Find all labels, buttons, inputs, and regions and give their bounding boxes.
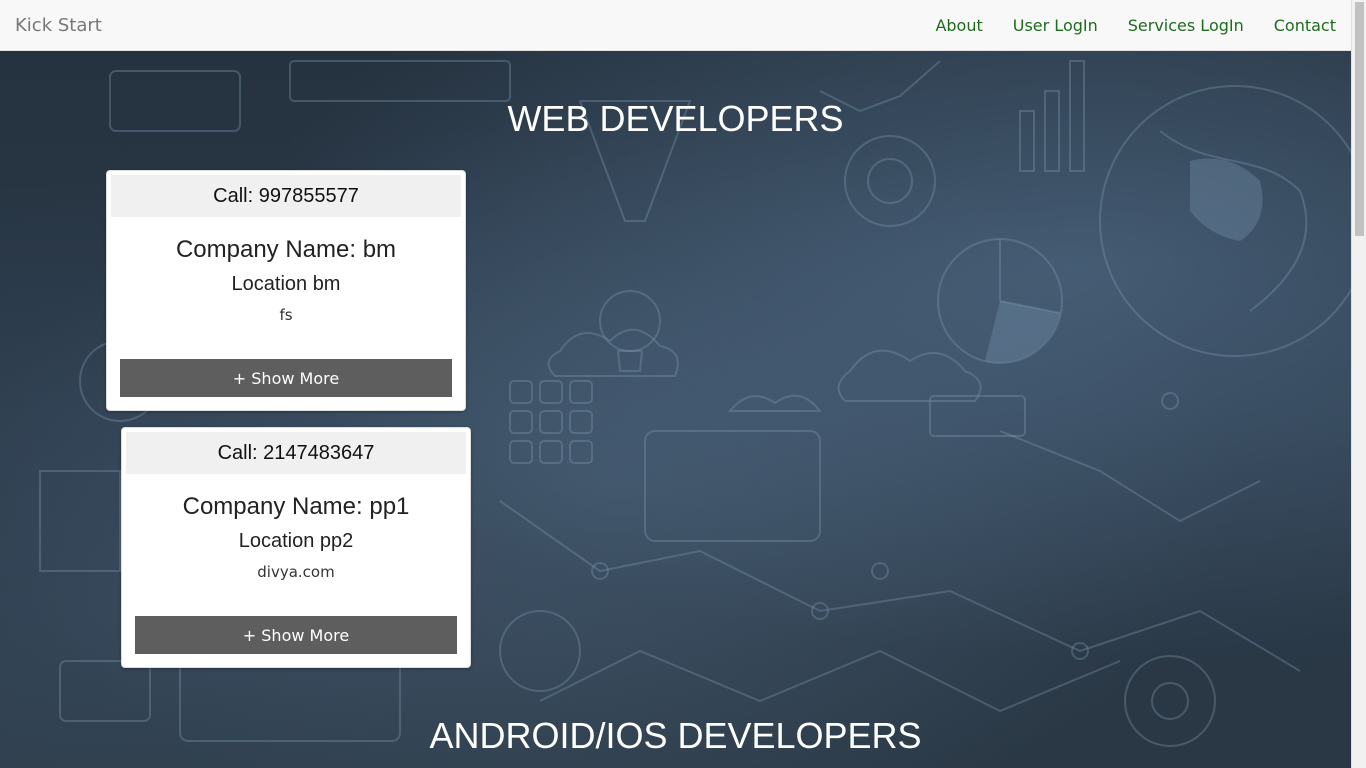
company-website: divya.com — [257, 563, 335, 581]
vertical-scrollbar[interactable] — [1351, 0, 1366, 768]
card-body: Company Name: bm Location bm fs — [111, 217, 461, 329]
web-developers-title: WEB DEVELOPERS — [507, 98, 844, 139]
company-name: Company Name: pp1 — [182, 493, 410, 520]
nav-about-link[interactable]: About — [935, 16, 982, 35]
show-more-button[interactable]: + Show More — [120, 359, 452, 397]
hero-section: WEB DEVELOPERS Call: 997855577 Company N… — [0, 51, 1351, 768]
android-ios-developers-title: ANDROID/IOS DEVELOPERS — [429, 715, 922, 756]
card-call-header: Call: 997855577 — [111, 175, 461, 217]
navbar: Kick Start About User LogIn Services Log… — [0, 0, 1351, 51]
nav-contact-link[interactable]: Contact — [1274, 16, 1336, 35]
nav-links: About User LogIn Services LogIn Contact — [905, 16, 1336, 35]
company-name: Company Name: bm — [175, 236, 397, 263]
company-location: Location pp2 — [238, 530, 354, 552]
nav-user-login-link[interactable]: User LogIn — [1013, 16, 1098, 35]
company-location: Location bm — [231, 273, 341, 295]
developer-card: Call: 997855577 Company Name: bm Locatio… — [106, 170, 466, 411]
card-call-header: Call: 2147483647 — [126, 432, 466, 474]
nav-services-login-link[interactable]: Services LogIn — [1128, 16, 1244, 35]
show-more-button[interactable]: + Show More — [135, 616, 457, 654]
scrollbar-thumb[interactable] — [1355, 2, 1364, 236]
developer-card: Call: 2147483647 Company Name: pp1 Locat… — [121, 427, 471, 668]
brand-link[interactable]: Kick Start — [15, 15, 102, 36]
company-website: fs — [279, 306, 293, 324]
card-body: Company Name: pp1 Location pp2 divya.com — [126, 474, 466, 586]
